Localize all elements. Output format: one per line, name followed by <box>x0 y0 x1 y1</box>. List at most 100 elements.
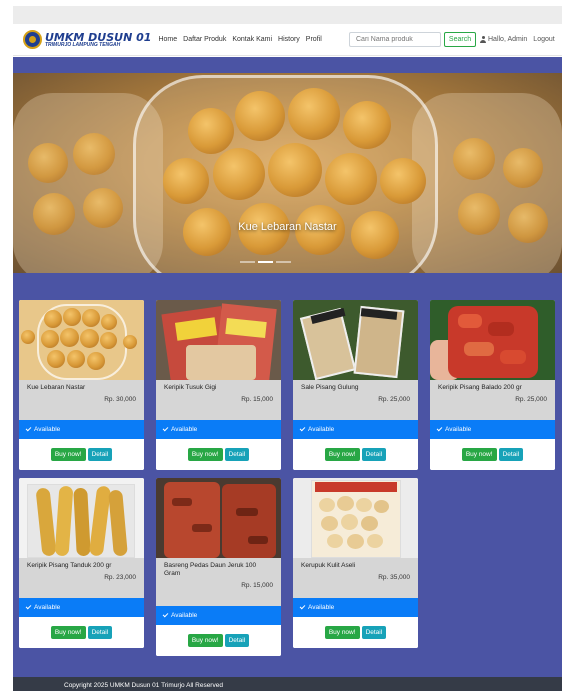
copyright-text: Copyright 2025 UMKM Dusun 01 Trimurjo Al… <box>64 682 223 689</box>
nav-history[interactable]: History <box>278 36 300 43</box>
product-info: Sale Pisang Gulung Rp. 25,000 <box>293 380 418 420</box>
check-icon <box>25 425 32 432</box>
availability-label: Available <box>171 612 198 619</box>
footer: Copyright 2025 UMKM Dusun 01 Trimurjo Al… <box>13 677 562 691</box>
product-actions: Buy now! Detail <box>430 439 555 470</box>
product-name: Kue Lebaran Nastar <box>27 384 86 391</box>
buy-now-button[interactable]: Buy now! <box>187 448 223 461</box>
check-icon <box>162 611 169 618</box>
product-actions: Buy now! Detail <box>19 617 144 648</box>
product-info: Keripik Pisang Balado 200 gr Rp. 25,000 <box>430 380 555 420</box>
product-name: Keripik Pisang Balado 200 gr <box>438 384 522 391</box>
availability-badge: Available <box>293 420 418 439</box>
nav-home[interactable]: Home <box>158 36 177 43</box>
logout-link[interactable]: Logout <box>533 36 554 43</box>
product-price: Rp. 30,000 <box>104 395 136 403</box>
product-info: Basreng Pedas Daun Jeruk 100 Gram Rp. 15… <box>156 558 281 606</box>
availability-badge: Available <box>19 598 144 617</box>
buy-now-button[interactable]: Buy now! <box>324 448 360 461</box>
hero-caption: Kue Lebaran Nastar <box>238 221 337 233</box>
product-name: Sale Pisang Gulung <box>301 384 359 391</box>
product-image <box>19 478 144 558</box>
check-icon <box>162 425 169 432</box>
product-image <box>293 300 418 380</box>
carousel-indicator-active[interactable] <box>258 261 273 263</box>
product-card: Keripik Pisang Balado 200 gr Rp. 25,000 … <box>430 300 555 470</box>
detail-button[interactable]: Detail <box>87 448 113 461</box>
buy-now-button[interactable]: Buy now! <box>187 634 223 647</box>
detail-button[interactable]: Detail <box>87 626 113 639</box>
nav-profil[interactable]: Profil <box>306 36 322 43</box>
brand-text: UMKM DUSUN 01 TRIMURJO LAMPUNG TENGAH <box>45 32 151 48</box>
product-price: Rp. 15,000 <box>241 395 273 403</box>
product-actions: Buy now! Detail <box>19 439 144 470</box>
user-area: Hallo, Admin Logout <box>480 36 555 43</box>
product-card: Keripik Pisang Tanduk 200 gr Rp. 23,000 … <box>19 478 144 648</box>
nav-kontak-kami[interactable]: Kontak Kami <box>232 36 272 43</box>
navbar: UMKM DUSUN 01 TRIMURJO LAMPUNG TENGAH Ho… <box>13 24 562 56</box>
detail-button[interactable]: Detail <box>361 448 387 461</box>
product-price: Rp. 35,000 <box>378 573 410 581</box>
search-input[interactable] <box>349 32 441 47</box>
product-name: Basreng Pedas Daun Jeruk 100 Gram <box>164 562 257 577</box>
availability-badge: Available <box>430 420 555 439</box>
availability-label: Available <box>34 604 61 611</box>
product-info: Kerupuk Kulit Aseli Rp. 35,000 <box>293 558 418 598</box>
product-image <box>19 300 144 380</box>
brand-logo-link[interactable]: UMKM DUSUN 01 TRIMURJO LAMPUNG TENGAH <box>23 30 151 49</box>
product-card: Basreng Pedas Daun Jeruk 100 Gram Rp. 15… <box>156 478 281 656</box>
buy-now-button[interactable]: Buy now! <box>50 448 86 461</box>
product-name: Keripik Tusuk Gigi <box>164 384 217 391</box>
product-price: Rp. 23,000 <box>104 573 136 581</box>
user-icon <box>480 36 486 43</box>
product-name: Kerupuk Kulit Aseli <box>301 562 356 569</box>
availability-label: Available <box>308 604 335 611</box>
product-card: Keripik Tusuk Gigi Rp. 15,000 Available … <box>156 300 281 470</box>
availability-badge: Available <box>19 420 144 439</box>
buy-now-button[interactable]: Buy now! <box>461 448 497 461</box>
product-image <box>293 478 418 558</box>
check-icon <box>299 603 306 610</box>
brand-title: UMKM DUSUN 01 <box>45 30 152 44</box>
detail-button[interactable]: Detail <box>224 448 250 461</box>
product-actions: Buy now! Detail <box>156 439 281 470</box>
check-icon <box>299 425 306 432</box>
availability-badge: Available <box>293 598 418 617</box>
product-card: Sale Pisang Gulung Rp. 25,000 Available … <box>293 300 418 470</box>
availability-badge: Available <box>156 420 281 439</box>
carousel-indicator[interactable] <box>276 261 291 263</box>
product-actions: Buy now! Detail <box>293 617 418 648</box>
detail-button[interactable]: Detail <box>498 448 524 461</box>
product-price: Rp. 15,000 <box>241 581 273 589</box>
product-price: Rp. 25,000 <box>515 395 547 403</box>
search-button[interactable]: Search <box>444 32 476 47</box>
brand-logo-icon <box>23 30 42 49</box>
user-greeting: Hallo, Admin <box>488 36 528 43</box>
check-icon <box>25 603 32 610</box>
hero-carousel[interactable]: Kue Lebaran Nastar <box>13 73 562 273</box>
availability-label: Available <box>171 426 198 433</box>
nav-daftar-produk[interactable]: Daftar Produk <box>183 36 226 43</box>
buy-now-button[interactable]: Buy now! <box>324 626 360 639</box>
detail-button[interactable]: Detail <box>224 634 250 647</box>
product-image <box>156 300 281 380</box>
product-info: Keripik Tusuk Gigi Rp. 15,000 <box>156 380 281 420</box>
carousel-indicators <box>240 261 294 263</box>
availability-label: Available <box>445 426 472 433</box>
availability-label: Available <box>308 426 335 433</box>
product-name: Keripik Pisang Tanduk 200 gr <box>27 562 112 569</box>
availability-label: Available <box>34 426 61 433</box>
check-icon <box>436 425 443 432</box>
product-card: Kerupuk Kulit Aseli Rp. 35,000 Available… <box>293 478 418 648</box>
top-strip <box>13 6 562 24</box>
product-image <box>430 300 555 380</box>
product-card: Kue Lebaran Nastar Rp. 30,000 Available … <box>19 300 144 470</box>
product-image <box>156 478 281 558</box>
buy-now-button[interactable]: Buy now! <box>50 626 86 639</box>
product-actions: Buy now! Detail <box>293 439 418 470</box>
detail-button[interactable]: Detail <box>361 626 387 639</box>
availability-badge: Available <box>156 606 281 625</box>
product-price: Rp. 25,000 <box>378 395 410 403</box>
product-actions: Buy now! Detail <box>156 625 281 656</box>
carousel-indicator[interactable] <box>240 261 255 263</box>
